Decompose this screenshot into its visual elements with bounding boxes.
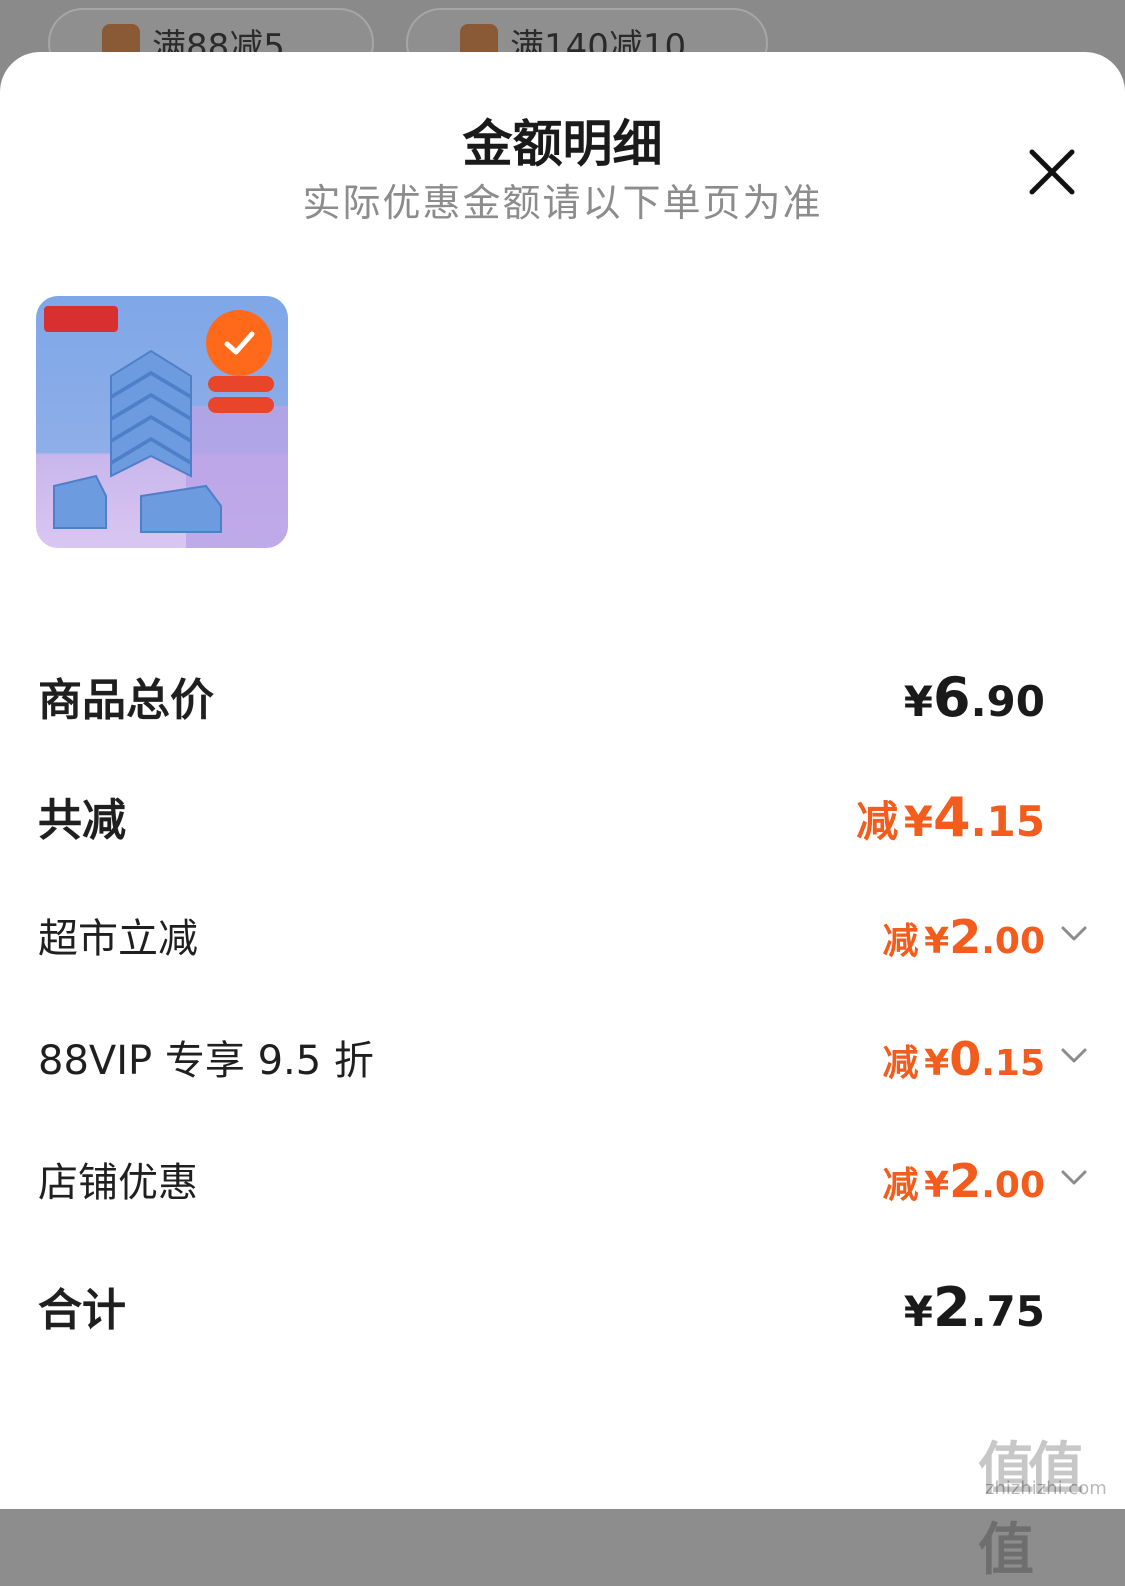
row-label: 超市立减 bbox=[38, 916, 198, 962]
close-button[interactable] bbox=[1024, 144, 1080, 200]
store-discount-amount: 减 ¥2.00 bbox=[882, 1154, 1045, 1208]
row-label: 商品总价 bbox=[38, 675, 214, 726]
chevron-down-icon[interactable] bbox=[1059, 1162, 1089, 1192]
sheet-title: 金额明细 bbox=[462, 115, 663, 173]
product-tag bbox=[208, 397, 274, 413]
row-total-discount: 共减 减 ¥4.15 bbox=[0, 782, 1125, 852]
row-label: 88VIP 专享 9.5 折 bbox=[38, 1038, 374, 1084]
check-icon bbox=[224, 331, 255, 355]
chevron-down-icon[interactable] bbox=[1059, 1040, 1089, 1070]
sheet-subtitle: 实际优惠金额请以下单页为准 bbox=[302, 181, 823, 225]
total-discount-amount: 减 ¥4.15 bbox=[856, 786, 1045, 849]
row-total-price: 商品总价 ¥6.90 bbox=[0, 662, 1125, 732]
row-store-discount[interactable]: 店铺优惠 减 ¥2.00 bbox=[0, 1148, 1125, 1218]
sum-amount: ¥2.75 bbox=[903, 1276, 1045, 1339]
watermark-url: zhizhizhi.com bbox=[985, 1478, 1107, 1499]
brand-logo bbox=[44, 306, 118, 332]
product-tag bbox=[208, 376, 274, 392]
amount-detail-sheet: 金额明细 实际优惠金额请以下单页为准 商品总价 ¥6.90 共减 减 ¥4.15… bbox=[0, 52, 1125, 1509]
total-price-amount: ¥6.90 bbox=[903, 666, 1045, 729]
row-vip-discount[interactable]: 88VIP 专享 9.5 折 减 ¥0.15 bbox=[0, 1026, 1125, 1096]
vip-discount-amount: 减 ¥0.15 bbox=[882, 1032, 1045, 1086]
row-label: 店铺优惠 bbox=[38, 1160, 198, 1206]
supermarket-discount-amount: 减 ¥2.00 bbox=[882, 910, 1045, 964]
row-supermarket-discount[interactable]: 超市立减 减 ¥2.00 bbox=[0, 904, 1125, 974]
close-icon bbox=[1029, 149, 1075, 195]
row-label: 共减 bbox=[38, 795, 126, 846]
row-sum: 合计 ¥2.75 bbox=[0, 1272, 1125, 1342]
chevron-down-icon[interactable] bbox=[1059, 918, 1089, 948]
selected-check-badge bbox=[206, 310, 272, 376]
row-label: 合计 bbox=[38, 1285, 126, 1336]
